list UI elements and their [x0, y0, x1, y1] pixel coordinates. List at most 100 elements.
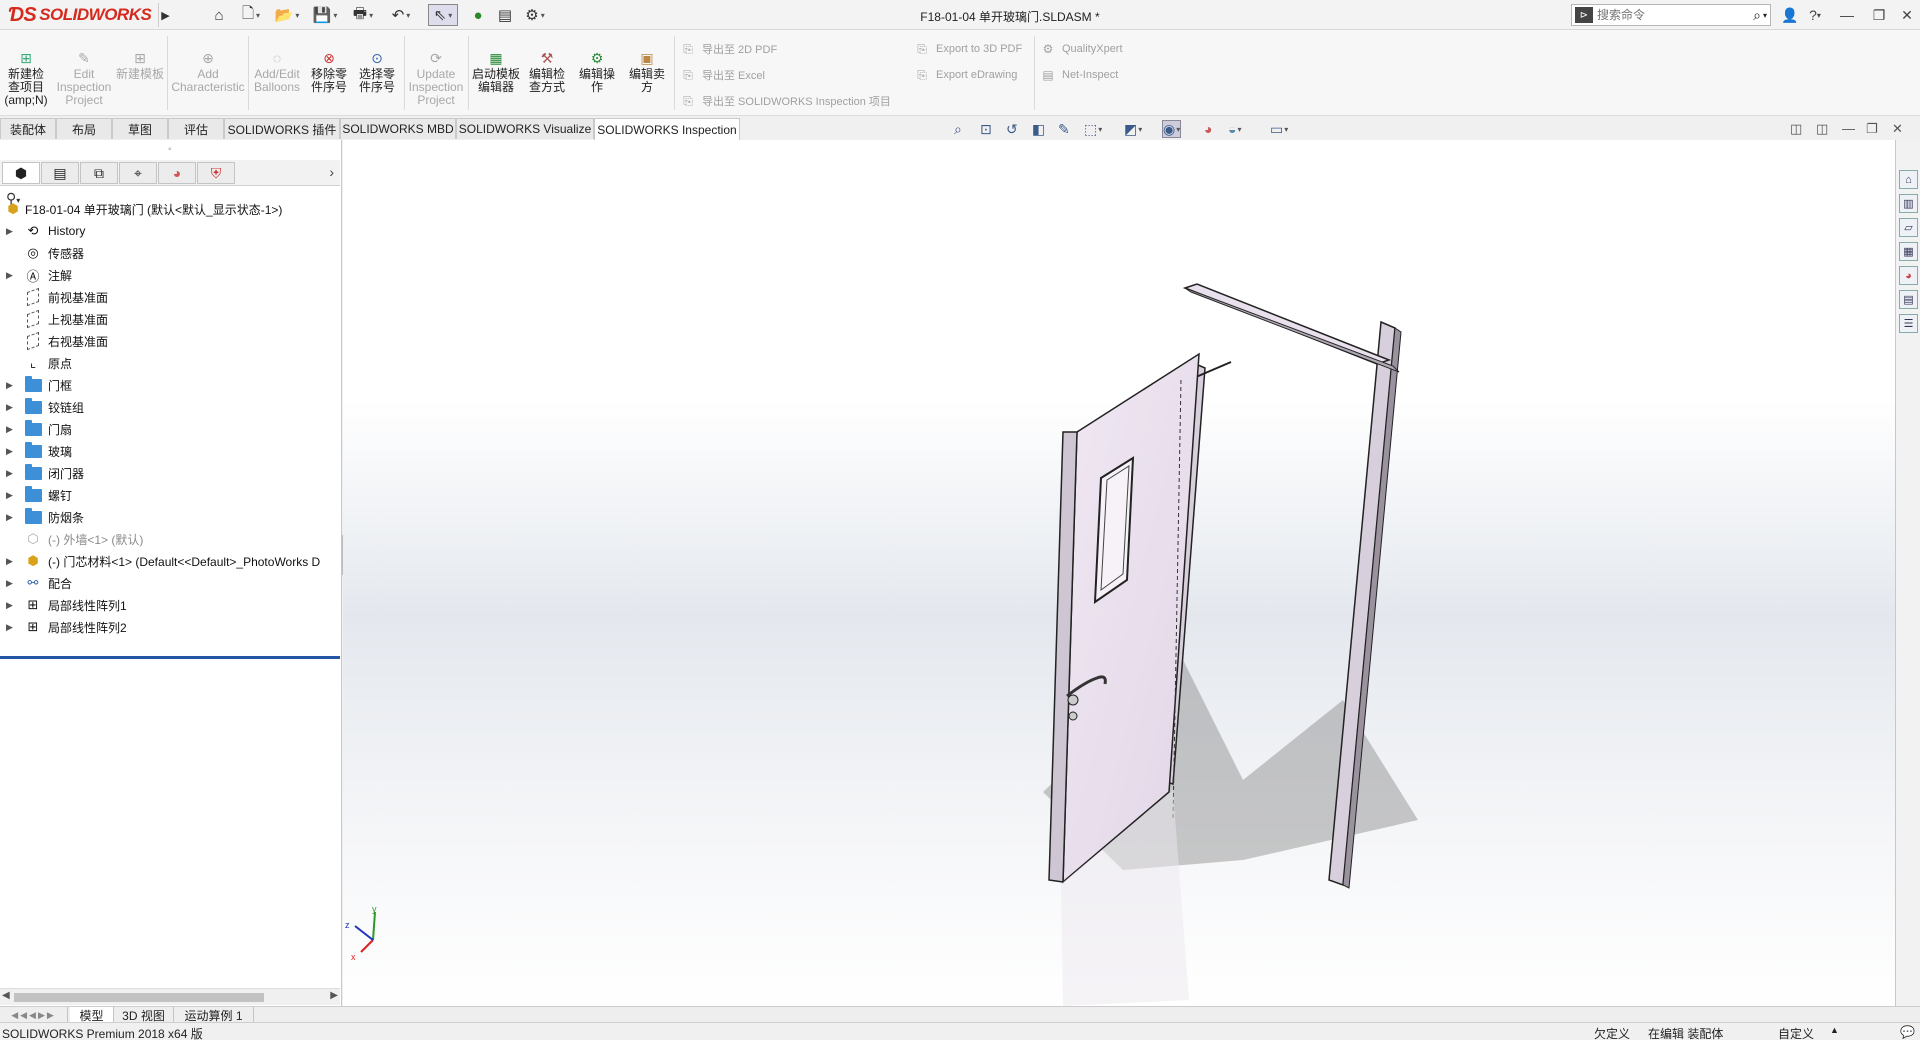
tree-node[interactable]: ▶ ⚯ 配合: [0, 572, 340, 594]
doc-minimize-icon[interactable]: —: [1842, 121, 1855, 136]
tab-mbd[interactable]: SOLIDWORKS MBD: [340, 118, 456, 139]
rebuild-icon[interactable]: ●: [468, 4, 488, 26]
design-library-icon[interactable]: ▥: [1899, 194, 1918, 213]
help-icon[interactable]: ? ▾: [1804, 5, 1826, 25]
dimxpert-manager-tab-icon[interactable]: ⌖: [119, 162, 157, 184]
tree-node[interactable]: ▶ 门框: [0, 374, 340, 396]
remove-balloon-button[interactable]: ⊗ 移除零件序号: [306, 50, 352, 94]
tab-layout[interactable]: 布局: [56, 118, 112, 139]
open-icon[interactable]: 📂 ▾: [272, 4, 302, 26]
rollback-bar[interactable]: [0, 656, 340, 659]
edit-method-button[interactable]: ⚒ 编辑检查方式: [524, 50, 570, 94]
tree-node[interactable]: 前视基准面: [0, 286, 340, 308]
tree-node[interactable]: ▶ 玻璃: [0, 440, 340, 462]
tab-model[interactable]: 模型: [70, 1007, 114, 1023]
chevron-down-icon[interactable]: ▾: [1763, 11, 1767, 20]
scrollbar-thumb[interactable]: [14, 993, 264, 1002]
new-document-icon[interactable]: 🗋 ▾: [236, 4, 266, 26]
edit-vendor-button[interactable]: ▣ 编辑卖方: [624, 50, 670, 94]
solidworks-logo[interactable]: ƊS SOLIDWORKS: [8, 3, 158, 27]
tree-node[interactable]: ▶ ⊞ 局部线性阵列1: [0, 594, 340, 616]
qualityxpert-button[interactable]: ⚙ QualityXpert: [1040, 40, 1123, 58]
previous-view-icon[interactable]: ↺: [1006, 120, 1018, 138]
tree-node[interactable]: ▶ 铰链组: [0, 396, 340, 418]
add-edit-balloons-button[interactable]: ◌ Add/Edit Balloons: [252, 50, 302, 94]
units-chevron-up-icon[interactable]: ▲: [1830, 1025, 1839, 1035]
template-editor-button[interactable]: ▦ 启动模板编辑器: [472, 50, 520, 94]
user-icon[interactable]: 👤: [1780, 5, 1800, 25]
expand-arrow-icon[interactable]: ▶: [6, 578, 14, 589]
expand-arrow-icon[interactable]: ▶: [6, 270, 14, 281]
horizontal-scrollbar[interactable]: ◀ ▶: [0, 988, 340, 1005]
featuremanager-tree-tab-icon[interactable]: ⬢: [2, 162, 40, 184]
property-manager-tab-icon[interactable]: ▤: [41, 162, 79, 184]
help-chat-icon[interactable]: 💬: [1900, 1025, 1915, 1039]
export-excel-button[interactable]: ⎘ 导出至 Excel: [680, 66, 765, 84]
tab-visualize[interactable]: SOLIDWORKS Visualize: [456, 118, 594, 139]
tree-node[interactable]: ▶ ⟲ History: [0, 220, 340, 242]
select-icon[interactable]: ⇖ ▾: [428, 4, 458, 26]
scroll-left-icon[interactable]: ◀: [2, 990, 10, 1001]
expand-arrow-icon[interactable]: ▶: [6, 226, 14, 237]
tree-node[interactable]: ▶ ⬢ (-) 门芯材料<1> (Default<<Default>_PhotoWo…: [0, 550, 340, 572]
tree-node[interactable]: ▶ ⊞ 局部线性阵列2: [0, 616, 340, 638]
new-project-button[interactable]: ⊞ 新建检查项目(amp;N): [4, 50, 48, 107]
tab-nav-arrows-icon[interactable]: ◀◀◀▶▶: [0, 1007, 68, 1023]
search-commands-box[interactable]: ⊳ ⌕ ▾: [1571, 4, 1771, 26]
view-orientation-icon[interactable]: ⬚ ▾: [1084, 120, 1102, 138]
expand-arrow-icon[interactable]: ▶: [6, 402, 14, 413]
export-inspection-project-button[interactable]: ⎘ 导出至 SOLIDWORKS Inspection 项目: [680, 92, 891, 110]
forum-icon[interactable]: ☰: [1899, 314, 1918, 333]
search-mode-icon[interactable]: ⊳: [1575, 7, 1593, 23]
zoom-to-fit-icon[interactable]: ⌕: [954, 120, 962, 138]
solidworks-resources-icon[interactable]: ⌂: [1899, 170, 1918, 189]
expand-arrow-icon[interactable]: ▶: [6, 446, 14, 457]
custom-properties-icon[interactable]: ▤: [1899, 290, 1918, 309]
tree-node[interactable]: ▶ Ⓐ 注解: [0, 264, 340, 286]
minimize-icon[interactable]: —: [1838, 5, 1856, 25]
tab-motion-study[interactable]: 运动算例 1: [174, 1007, 254, 1023]
search-icon[interactable]: ⌕: [1753, 7, 1761, 24]
new-template-button[interactable]: ⊞ 新建模板: [116, 50, 164, 81]
expand-arrow-icon[interactable]: ▶: [6, 490, 14, 501]
tree-node[interactable]: ▶ 门扇: [0, 418, 340, 440]
tab-inspection[interactable]: SOLIDWORKS Inspection: [594, 118, 740, 140]
undo-icon[interactable]: ↶ ▾: [386, 4, 416, 26]
expand-arrow-icon[interactable]: ▶: [6, 424, 14, 435]
file-properties-icon[interactable]: ▤: [494, 4, 516, 26]
graphics-area[interactable]: y x z: [343, 140, 1895, 1006]
tree-node[interactable]: ⬡ (-) 外墙<1> (默认): [0, 528, 340, 550]
add-characteristic-button[interactable]: ⊕ Add Characteristic: [170, 50, 246, 94]
chevron-right-icon[interactable]: ›: [329, 164, 334, 180]
tab-3d-views[interactable]: 3D 视图: [114, 1007, 174, 1023]
tree-node[interactable]: 右视基准面: [0, 330, 340, 352]
panel-grip-icon[interactable]: ◦: [168, 144, 172, 155]
options-gear-icon[interactable]: ⚙ ▾: [520, 4, 550, 26]
export-3d-pdf-button[interactable]: ⎘ Export to 3D PDF: [914, 40, 1022, 58]
doc-restore-icon[interactable]: ❐: [1866, 121, 1878, 137]
view-palette-icon[interactable]: ▦: [1899, 242, 1918, 261]
tree-node[interactable]: ⌞ 原点: [0, 352, 340, 374]
tab-evaluate[interactable]: 评估: [168, 118, 224, 139]
file-explorer-icon[interactable]: ▱: [1899, 218, 1918, 237]
doc-close-icon[interactable]: ✕: [1892, 121, 1903, 137]
tab-addins[interactable]: SOLIDWORKS 插件: [224, 118, 340, 139]
units-status[interactable]: 自定义: [1778, 1025, 1814, 1040]
appearances-icon[interactable]: ◕: [1899, 266, 1918, 285]
door-model-view[interactable]: y x z: [343, 140, 1895, 1006]
expand-arrow-icon[interactable]: ▶: [6, 556, 14, 567]
menu-expand-arrow-icon[interactable]: ▶: [158, 3, 172, 27]
edit-operation-button[interactable]: ⚙ 编辑操作: [574, 50, 620, 94]
restore-icon[interactable]: ❐: [1870, 5, 1888, 25]
inspection-manager-tab-icon[interactable]: ⛨: [197, 162, 235, 184]
close-icon[interactable]: ✕: [1898, 5, 1916, 25]
section-view-icon[interactable]: ◧: [1032, 120, 1045, 138]
net-inspect-button[interactable]: ▤ Net-Inspect: [1040, 66, 1118, 84]
edit-appearance-icon[interactable]: ◕: [1204, 120, 1212, 138]
scene-icon[interactable]: ◒ ▾: [1228, 120, 1241, 138]
tile-right-icon[interactable]: ◫: [1816, 121, 1828, 137]
expand-arrow-icon[interactable]: ▶: [6, 622, 14, 633]
view-settings-icon[interactable]: ▭ ▾: [1270, 120, 1288, 138]
update-inspection-project-button[interactable]: ⟳ Update Inspection Project: [408, 50, 464, 107]
print-icon[interactable]: 🖶 ▾: [348, 4, 378, 26]
